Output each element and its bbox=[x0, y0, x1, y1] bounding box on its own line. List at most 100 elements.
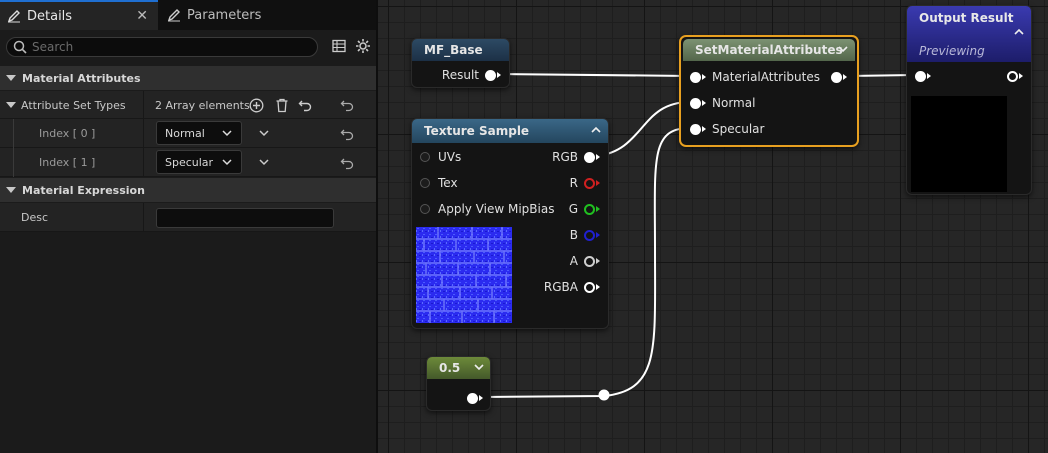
pin-arrow-icon bbox=[596, 258, 600, 264]
output-pin-icon bbox=[1007, 70, 1018, 82]
pin-a[interactable]: A bbox=[570, 251, 600, 271]
pin-arrow-icon bbox=[596, 154, 600, 160]
node-set-material-attributes-title: SetMaterialAttributes bbox=[695, 43, 843, 57]
pin-rgba-label: RGBA bbox=[543, 280, 578, 294]
pin-normal-label: Normal bbox=[712, 96, 756, 110]
tab-details[interactable]: Details ✕ bbox=[0, 0, 158, 30]
pin-normal-in[interactable]: Normal bbox=[690, 93, 755, 113]
collapse-node-icon[interactable] bbox=[1013, 26, 1025, 41]
node-set-material-attributes[interactable]: SetMaterialAttributes MaterialAttributes… bbox=[679, 35, 859, 147]
pin-g-label: G bbox=[568, 202, 578, 216]
pin-arrow-icon bbox=[843, 74, 847, 80]
pin-uvs-label: UVs bbox=[438, 150, 462, 164]
pin-apply-view-mipbias[interactable]: Apply View MipBias bbox=[420, 199, 554, 219]
pin-rgb-label: RGB bbox=[552, 150, 578, 164]
output-pin-icon bbox=[584, 151, 595, 163]
search-box[interactable] bbox=[6, 37, 318, 57]
table-view-icon[interactable] bbox=[330, 37, 348, 55]
pencil-icon bbox=[166, 7, 182, 23]
output-pin-icon bbox=[467, 392, 478, 404]
category-material-expression[interactable]: Material Expression bbox=[0, 178, 376, 202]
collapse-node-icon[interactable] bbox=[590, 124, 602, 139]
node-output-result[interactable]: Output Result Previewing bbox=[906, 5, 1032, 195]
index-1-dropdown[interactable]: Specular bbox=[156, 150, 242, 174]
tab-parameters[interactable]: Parameters bbox=[160, 0, 330, 30]
trash-icon[interactable] bbox=[274, 97, 290, 113]
pin-tex[interactable]: Tex bbox=[420, 173, 458, 193]
node-mf-base-header: MF_Base bbox=[412, 39, 509, 61]
pin-set-attrs-out[interactable] bbox=[831, 67, 847, 87]
reset-to-default-icon[interactable] bbox=[339, 126, 355, 142]
index-1-row: Index [ 1 ] Specular bbox=[0, 148, 376, 177]
pin-g[interactable]: G bbox=[569, 199, 600, 219]
pin-constant-out[interactable] bbox=[467, 388, 483, 408]
pin-materialattributes-label: MaterialAttributes bbox=[712, 70, 820, 84]
node-texture-sample-title: Texture Sample bbox=[424, 124, 530, 138]
panel-empty-area bbox=[0, 232, 376, 453]
reset-icon[interactable] bbox=[297, 97, 313, 113]
node-constant-header: 0.5 bbox=[427, 357, 490, 379]
expand-icon[interactable] bbox=[6, 102, 16, 108]
output-pin-icon bbox=[584, 177, 595, 189]
pin-output-in[interactable] bbox=[915, 66, 931, 86]
pin-result-label: Result bbox=[441, 68, 479, 82]
texture-preview bbox=[416, 227, 512, 323]
add-element-icon[interactable] bbox=[248, 97, 264, 113]
node-output-result-subtitle: Previewing bbox=[919, 44, 985, 58]
indent-guide bbox=[13, 148, 14, 177]
pin-b[interactable]: B bbox=[570, 225, 600, 245]
chevron-down-icon bbox=[221, 127, 233, 142]
pin-arrow-icon bbox=[702, 126, 706, 132]
details-panel: Details ✕ Parameters Material Attributes… bbox=[0, 0, 378, 453]
node-mf-base[interactable]: MF_Base Result bbox=[411, 38, 510, 88]
node-texture-sample[interactable]: Texture Sample UVs Tex Apply View MipBia… bbox=[411, 118, 609, 329]
output-pin-icon bbox=[584, 255, 595, 267]
pin-arrow-icon bbox=[702, 74, 706, 80]
reset-to-default-icon[interactable] bbox=[339, 97, 355, 113]
tab-details-label: Details bbox=[27, 8, 73, 24]
node-output-result-title: Output Result bbox=[919, 11, 1014, 25]
index-0-label: Index [ 0 ] bbox=[39, 126, 96, 140]
input-pin-icon bbox=[420, 152, 430, 162]
search-input[interactable] bbox=[32, 40, 292, 54]
node-constant[interactable]: 0.5 bbox=[426, 356, 491, 411]
output-pin-icon bbox=[584, 203, 595, 215]
chevron-down-icon bbox=[221, 156, 233, 171]
tab-parameters-label: Parameters bbox=[187, 7, 262, 23]
pin-a-label: A bbox=[569, 254, 578, 268]
category-material-attributes-title: Material Attributes bbox=[22, 71, 141, 85]
pin-rgb[interactable]: RGB bbox=[552, 147, 600, 167]
array-elements-count: 2 Array elements bbox=[155, 98, 250, 112]
desc-input[interactable] bbox=[156, 208, 334, 228]
pin-specular-in[interactable]: Specular bbox=[690, 119, 764, 139]
pin-result[interactable]: Result bbox=[442, 65, 501, 85]
reset-to-default-icon[interactable] bbox=[339, 155, 355, 171]
input-pin-icon bbox=[915, 70, 926, 82]
divider bbox=[143, 91, 144, 119]
index-1-label: Index [ 1 ] bbox=[39, 155, 96, 169]
node-output-result-header: Output Result Previewing bbox=[907, 6, 1031, 62]
gear-icon[interactable] bbox=[354, 37, 372, 55]
search-icon bbox=[12, 39, 28, 55]
pin-uvs[interactable]: UVs bbox=[420, 147, 461, 167]
divider bbox=[143, 203, 144, 231]
pin-r[interactable]: R bbox=[570, 173, 600, 193]
chevron-down-icon[interactable] bbox=[256, 125, 272, 141]
pencil-icon bbox=[6, 8, 22, 24]
input-pin-icon bbox=[690, 123, 701, 135]
index-0-dropdown[interactable]: Normal bbox=[156, 121, 242, 145]
pin-arrow-icon bbox=[927, 73, 931, 79]
chevron-down-icon[interactable] bbox=[473, 361, 485, 376]
pin-materialattributes-in[interactable]: MaterialAttributes bbox=[690, 67, 820, 87]
close-icon[interactable]: ✕ bbox=[136, 8, 148, 24]
index-0-value: Normal bbox=[165, 126, 205, 140]
pin-arrow-icon bbox=[596, 232, 600, 238]
output-pin-icon bbox=[831, 71, 842, 83]
chevron-down-icon[interactable] bbox=[837, 43, 849, 58]
pin-specular-label: Specular bbox=[712, 122, 765, 136]
pin-arrow-icon bbox=[1019, 73, 1023, 79]
category-material-attributes[interactable]: Material Attributes bbox=[0, 66, 376, 90]
pin-rgba[interactable]: RGBA bbox=[544, 277, 600, 297]
chevron-down-icon[interactable] bbox=[256, 154, 272, 170]
pin-output-out[interactable] bbox=[1007, 66, 1023, 86]
